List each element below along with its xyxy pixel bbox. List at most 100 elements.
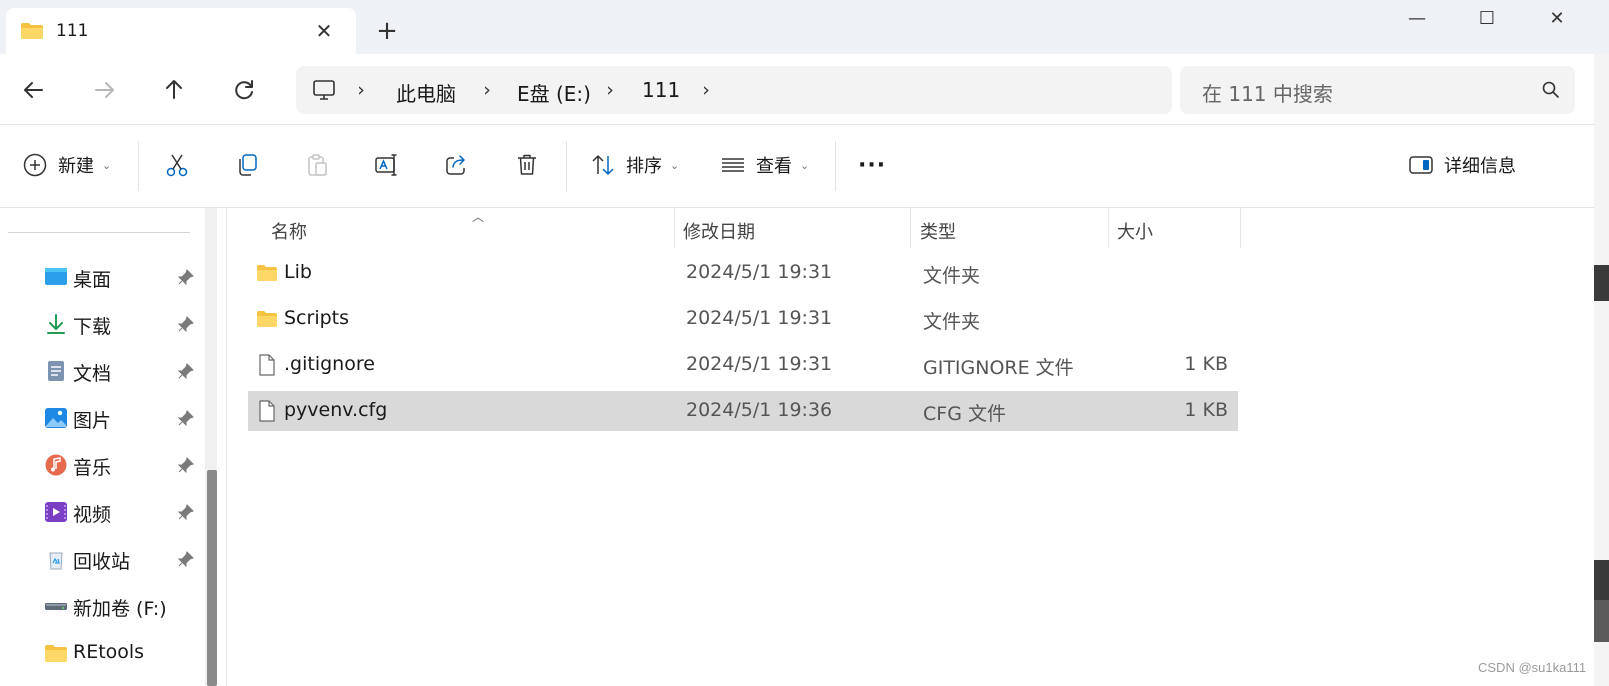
sidebar-item-label: 图片 [73,410,112,432]
background-window-edge [1594,560,1609,600]
sidebar-item-videos[interactable]: 视频 [0,490,205,534]
file-name: .gitignore [284,353,375,375]
videos-icon [45,502,67,522]
computer-icon [313,80,335,100]
tab-close-icon[interactable]: ✕ [311,18,337,44]
breadcrumb-chevron-icon[interactable]: › [480,79,494,101]
sidebar-item-music[interactable]: 音乐 [0,443,205,487]
table-row[interactable]: .gitignore 2024/5/1 19:31 GITIGNORE 文件 1… [248,345,1238,385]
copy-icon [239,154,257,176]
folder-icon [21,23,43,39]
column-header-name[interactable]: 名称 [271,208,307,248]
paste-button[interactable] [299,147,335,183]
column-divider[interactable] [674,208,675,248]
delete-button[interactable] [509,147,545,183]
details-pane-icon [1409,156,1433,174]
address-bar[interactable]: › 此电脑 › E盘 (E:) › 111 › [296,66,1172,114]
sidebar-item-label: 文档 [73,363,112,385]
pin-icon[interactable] [178,363,194,379]
pane-divider[interactable] [226,208,227,686]
sidebar-item-label: 新加卷 (F:) [73,598,167,620]
pin-icon[interactable] [178,551,194,567]
chevron-down-icon: ⌄ [800,158,810,172]
back-arrow-icon[interactable] [14,70,54,110]
sidebar-item-downloads[interactable]: 下载 [0,302,205,346]
view-button[interactable]: 查看 ⌄ [720,145,809,185]
breadcrumb-chevron-icon[interactable]: › [603,79,617,101]
more-options-button[interactable]: ··· [858,145,886,185]
file-list: ︿ 名称 修改日期 类型 大小 Lib 2024/5/1 19:31 文件夹 S… [228,208,1588,686]
minimize-button[interactable]: — [1395,4,1439,34]
new-label: 新建 [58,156,94,177]
table-row[interactable]: Scripts 2024/5/1 19:31 文件夹 [248,299,1238,339]
breadcrumb-chevron-icon[interactable]: › [354,79,368,101]
cut-button[interactable] [159,147,195,183]
file-modified: 2024/5/1 19:31 [686,307,833,329]
sort-icon [592,155,614,175]
command-separator [566,141,567,191]
column-header-size[interactable]: 大小 [1117,208,1153,248]
file-type: GITIGNORE 文件 [923,357,1074,379]
chevron-down-icon: ⌄ [670,158,680,172]
new-button[interactable]: 新建 ⌄ [22,145,111,185]
maximize-button[interactable]: ☐ [1465,4,1509,34]
tab-title: 111 [56,21,89,41]
sidebar-item-documents[interactable]: 文档 [0,349,205,393]
sidebar-scrollbar-thumb[interactable] [207,470,217,686]
rename-icon [375,154,397,176]
view-icon [722,158,744,172]
refresh-icon[interactable] [224,70,264,110]
background-window-edge [1594,265,1609,301]
folder-icon [257,265,277,281]
search-input[interactable]: 在 111 中搜索 [1180,66,1575,114]
tab-111[interactable]: 111 ✕ [6,8,356,54]
file-modified: 2024/5/1 19:31 [686,261,833,283]
breadcrumb-this-pc[interactable]: 此电脑 [396,78,456,107]
sidebar-item-label: 视频 [73,504,112,526]
column-header-modified[interactable]: 修改日期 [683,208,755,248]
breadcrumb-chevron-icon[interactable]: › [699,79,713,101]
file-size: 1 KB [1184,353,1228,375]
up-arrow-icon[interactable] [154,70,194,110]
file-icon [259,354,275,376]
paste-icon [308,154,327,176]
file-name: Scripts [284,307,350,329]
navigation-bar: › 此电脑 › E盘 (E:) › 111 › 在 111 中搜索 [0,54,1609,124]
rename-button[interactable] [369,147,405,183]
breadcrumb-folder-111[interactable]: 111 [642,78,680,102]
pin-icon[interactable] [178,504,194,520]
pin-icon[interactable] [178,269,194,285]
pin-icon[interactable] [178,316,194,332]
close-window-button[interactable]: ✕ [1535,4,1579,34]
sidebar-item-drive-f[interactable]: 新加卷 (F:) [0,584,205,628]
trash-icon [518,154,536,175]
pin-icon[interactable] [178,410,194,426]
file-modified: 2024/5/1 19:31 [686,353,833,375]
column-divider[interactable] [1240,208,1241,248]
table-row[interactable]: Lib 2024/5/1 19:31 文件夹 [248,253,1238,293]
sidebar-item-recycle-bin[interactable]: 回收站 [0,537,205,581]
breadcrumb-drive-e[interactable]: E盘 (E:) [517,78,591,107]
download-icon [47,314,65,334]
copy-button[interactable] [229,147,265,183]
drive-icon [45,603,67,610]
column-header-type[interactable]: 类型 [920,208,956,248]
file-type: 文件夹 [923,311,981,333]
file-size: 1 KB [1184,399,1228,421]
pin-icon[interactable] [178,457,194,473]
forward-arrow-icon[interactable] [84,70,124,110]
sidebar-item-retools[interactable]: REtools [0,631,205,675]
table-row[interactable]: pyvenv.cfg 2024/5/1 19:36 CFG 文件 1 KB [248,391,1238,431]
search-icon[interactable] [1541,80,1561,100]
new-tab-button[interactable]: + [372,16,402,46]
share-button[interactable] [439,147,475,183]
column-divider[interactable] [1108,208,1109,248]
chevron-down-icon: ⌄ [102,158,112,172]
details-pane-button[interactable]: 详细信息 [1408,145,1516,185]
sort-button[interactable]: 排序 ⌄ [590,145,679,185]
command-separator [138,141,139,191]
column-divider[interactable] [910,208,911,248]
sidebar-item-pictures[interactable]: 图片 [0,396,205,440]
sidebar-item-desktop[interactable]: 桌面 [0,255,205,299]
scissors-icon [166,154,188,177]
